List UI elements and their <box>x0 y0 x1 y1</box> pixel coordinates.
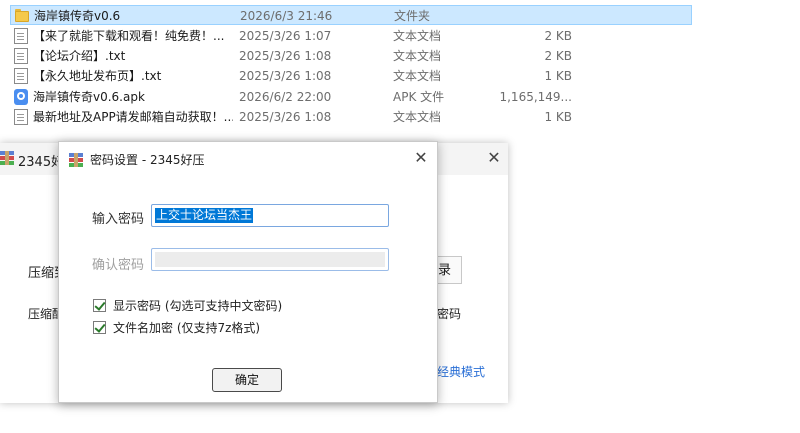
file-date: 2025/3/26 1:08 <box>239 69 332 83</box>
password-input-selected-text: 上交士论坛当杰王 <box>155 208 254 223</box>
file-row[interactable]: 【论坛介绍】.txt 2025/3/26 1:08 文本文档 2 KB <box>10 46 692 66</box>
file-size: 2 KB <box>544 29 572 43</box>
folder-icon <box>15 8 29 24</box>
encrypt-filename-label: 文件名加密 (仅支持7z格式) <box>113 321 261 335</box>
confirm-password-input[interactable] <box>151 248 389 271</box>
dialog-title: 密码设置 - 2345好压 <box>90 153 205 167</box>
file-date: 2025/3/26 1:08 <box>239 110 332 124</box>
set-password-link[interactable]: 密码 <box>437 305 461 322</box>
show-password-checkbox[interactable] <box>93 299 106 312</box>
desktop-screen: 海岸镇传奇v0.6 2026/6/3 21:46 文件夹【来了就能下载和观看！纯免费… <box>0 0 800 433</box>
ok-button[interactable]: 确定 <box>212 368 282 392</box>
encrypt-filename-checkbox[interactable] <box>93 321 106 334</box>
password-label: 输入密码 <box>92 212 145 227</box>
file-name: 【论坛介绍】.txt <box>33 49 126 63</box>
dialog-close-button[interactable]: ✕ <box>411 146 431 170</box>
file-size: 1 KB <box>544 110 572 124</box>
file-name: 海岸镇传奇v0.6 <box>34 9 121 23</box>
file-date: 2026/6/3 21:46 <box>240 9 333 23</box>
file-date: 2025/3/26 1:08 <box>239 49 332 63</box>
file-row[interactable]: 【永久地址发布页】.txt 2025/3/26 1:08 文本文档 1 KB <box>10 66 692 86</box>
text-file-icon <box>14 68 28 84</box>
file-size: 2 KB <box>544 49 572 63</box>
file-size: 1,165,149... <box>499 90 572 104</box>
file-type: APK 文件 <box>393 90 445 104</box>
file-type: 文本文档 <box>393 29 442 43</box>
file-row[interactable]: 海岸镇传奇v0.6.apk 2026/6/2 22:00 APK 文件 1,165,1… <box>10 87 692 107</box>
file-type: 文本文档 <box>393 110 442 124</box>
file-row[interactable]: 【来了就能下载和观看！纯免费！... 2025/3/26 1:07 文本文档 2 KB <box>10 26 692 46</box>
file-name: 【来了就能下载和观看！纯免费！... <box>33 29 225 43</box>
check-icon <box>94 299 106 311</box>
file-name: 【永久地址发布页】.txt <box>33 69 162 83</box>
haozip-app-icon <box>69 153 83 167</box>
haozip-app-icon <box>0 151 14 165</box>
password-input[interactable]: 上交士论坛当杰王 <box>151 204 389 227</box>
file-date: 2025/3/26 1:07 <box>239 29 332 43</box>
file-name: 海岸镇传奇v0.6.apk <box>33 90 145 104</box>
file-size: 1 KB <box>544 69 572 83</box>
apk-file-icon <box>14 89 28 105</box>
classic-mode-link[interactable]: 经典模式 <box>437 363 485 380</box>
check-icon <box>94 321 106 333</box>
file-row[interactable]: 最新地址及APP请发邮箱自动获取！... 2025/3/26 1:08 文本文档 1 … <box>10 107 692 127</box>
show-password-label: 显示密码 (勾选可支持中文密码) <box>113 299 283 313</box>
file-type: 文本文档 <box>393 69 442 83</box>
text-file-icon <box>14 28 28 44</box>
text-file-icon <box>14 109 28 125</box>
confirm-password-label: 确认密码 <box>92 258 145 273</box>
file-date: 2026/6/2 22:00 <box>239 90 332 104</box>
file-type: 文本文档 <box>393 49 442 63</box>
file-name: 最新地址及APP请发邮箱自动获取！... <box>33 110 233 124</box>
password-settings-dialog: 密码设置 - 2345好压 ✕ 输入密码 上交士论坛当杰王 确认密码 显示密码 … <box>58 141 438 403</box>
main-window-close-button[interactable]: ✕ <box>484 146 504 170</box>
file-type: 文件夹 <box>394 9 431 23</box>
text-file-icon <box>14 48 28 64</box>
file-row[interactable]: 海岸镇传奇v0.6 2026/6/3 21:46 文件夹 <box>10 5 692 25</box>
